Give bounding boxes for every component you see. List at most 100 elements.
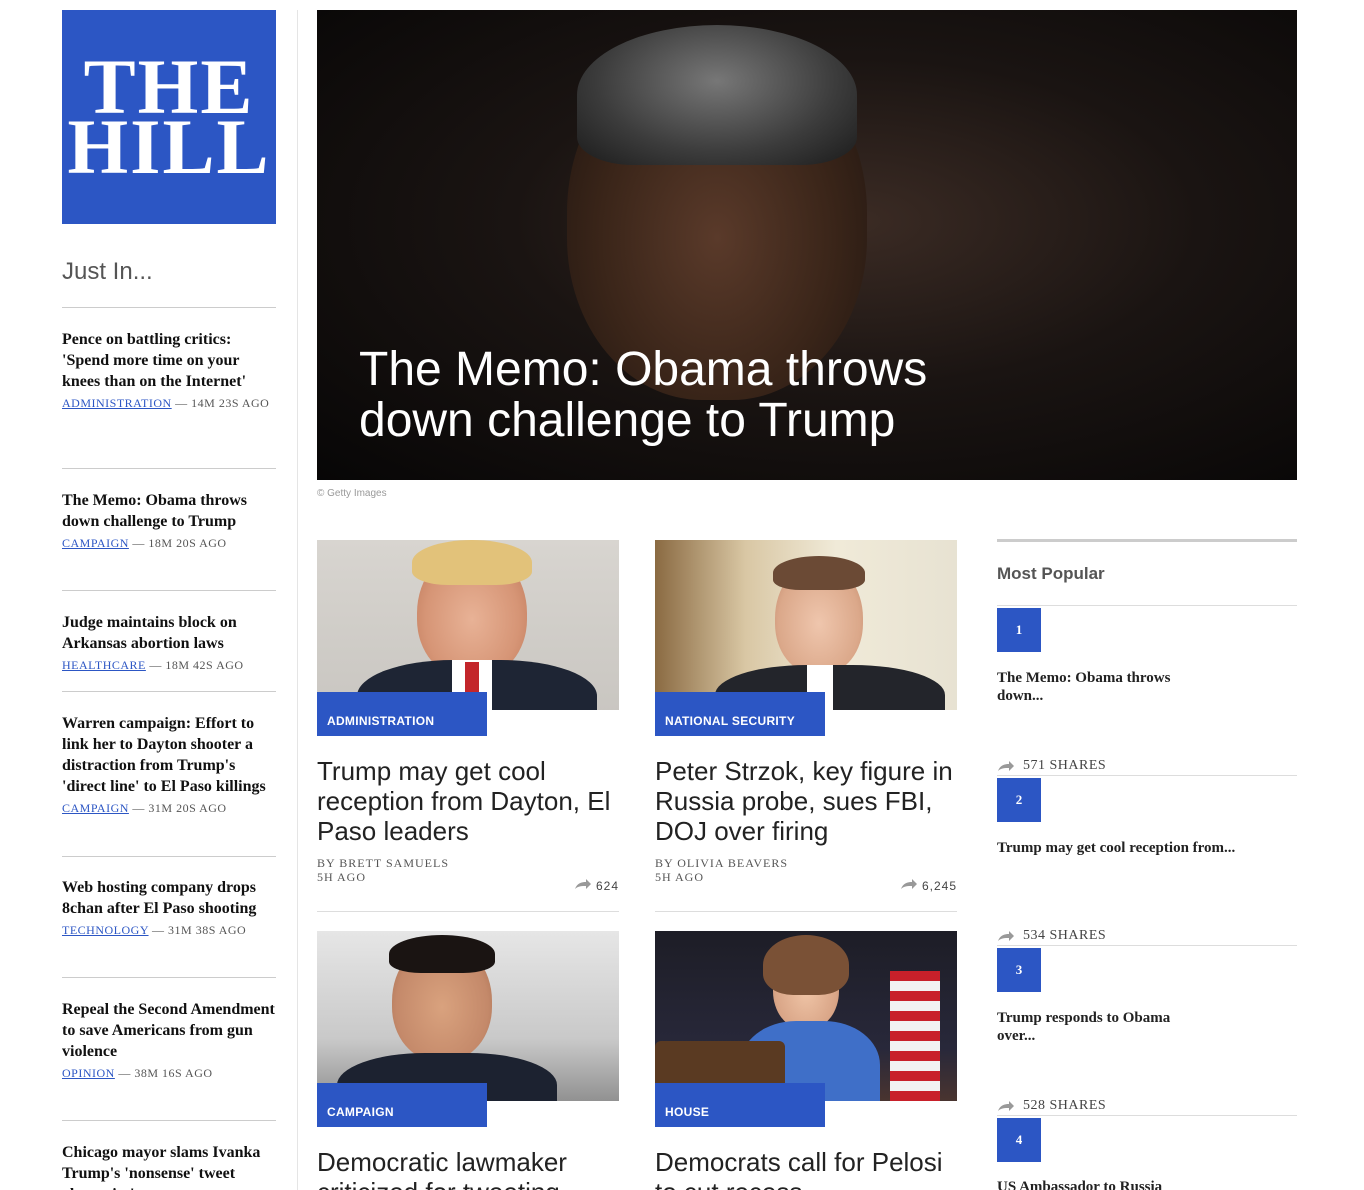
story-image[interactable]: NATIONAL SECURITY (655, 540, 957, 736)
hero-photo-hair (577, 25, 857, 165)
just-in-item-category[interactable]: HEALTHCARE (62, 658, 146, 672)
category-button[interactable]: ADMINISTRATION (317, 692, 487, 736)
most-popular-top-rule (997, 539, 1297, 542)
divider (62, 691, 276, 692)
divider (997, 775, 1297, 776)
category-button[interactable]: CAMPAIGN (317, 1083, 487, 1127)
just-in-item-title[interactable]: Web hosting company drops 8chan after El… (62, 877, 276, 919)
share-count-value: 624 (595, 879, 619, 893)
just-in-item-time: — 31M 38S AGO (148, 923, 247, 937)
most-popular-shares: 528 SHARES (997, 1098, 1106, 1114)
share-count: 624 (574, 878, 619, 893)
just-in-item[interactable]: Web hosting company drops 8chan after El… (62, 877, 276, 938)
just-in-item-category[interactable]: CAMPAIGN (62, 801, 129, 815)
story-title[interactable]: Peter Strzok, key figure in Russia probe… (655, 756, 957, 846)
just-in-item[interactable]: The Memo: Obama throws down challenge to… (62, 490, 276, 551)
just-in-item-title[interactable]: Judge maintains block on Arkansas aborti… (62, 612, 276, 654)
just-in-item[interactable]: Pence on battling critics: 'Spend more t… (62, 329, 276, 411)
story-author[interactable]: BY OLIVIA BEAVERS (655, 856, 957, 870)
divider (62, 977, 276, 978)
most-popular-title[interactable]: Trump may get cool reception from... (997, 839, 1237, 857)
person-hair (412, 540, 532, 585)
most-popular-title[interactable]: Trump responds to Obama over... (997, 1009, 1207, 1045)
just-in-item[interactable]: Warren campaign: Effort to link her to D… (62, 713, 276, 816)
just-in-item-time: — 31M 20S AGO (128, 801, 227, 815)
divider (655, 911, 957, 912)
share-icon (998, 1101, 1014, 1111)
category-button[interactable]: HOUSE (655, 1083, 825, 1127)
share-icon (900, 879, 917, 889)
just-in-item-category[interactable]: OPINION (62, 1066, 115, 1080)
category-button[interactable]: NATIONAL SECURITY (655, 692, 825, 736)
most-popular-title[interactable]: US Ambassador to Russia (997, 1178, 1207, 1190)
column-divider (297, 10, 298, 1190)
divider (62, 590, 276, 591)
just-in-item[interactable]: Chicago mayor slams Ivanka Trump's 'nons… (62, 1142, 276, 1190)
story-title[interactable]: Democratic lawmaker criticized for tweet… (317, 1147, 619, 1190)
share-icon (998, 931, 1014, 941)
divider (62, 307, 276, 308)
story-card[interactable]: ADMINISTRATION Trump may get cool recept… (317, 540, 619, 893)
just-in-item-time: — 18M 42S AGO (145, 658, 244, 672)
share-count-value: 6,245 (921, 879, 957, 893)
just-in-item[interactable]: Judge maintains block on Arkansas aborti… (62, 612, 276, 673)
person-hair (389, 935, 495, 973)
just-in-item-category[interactable]: ADMINISTRATION (62, 396, 172, 410)
just-in-item-time: — 14M 23S AGO (171, 396, 270, 410)
story-title[interactable]: Trump may get cool reception from Dayton… (317, 756, 619, 846)
just-in-item-title[interactable]: Pence on battling critics: 'Spend more t… (62, 329, 276, 392)
most-popular-shares: 534 SHARES (997, 928, 1106, 944)
share-icon (998, 761, 1014, 771)
just-in-item-time: — 38M 16S AGO (114, 1066, 213, 1080)
story-image[interactable]: HOUSE (655, 931, 957, 1127)
story-card[interactable]: CAMPAIGN Democratic lawmaker criticized … (317, 931, 619, 1190)
share-count: 6,245 (900, 878, 957, 893)
story-title[interactable]: Democrats call for Pelosi to cut recess (655, 1147, 957, 1190)
person-hair (763, 935, 849, 995)
just-in-item-title[interactable]: The Memo: Obama throws down challenge to… (62, 490, 276, 532)
rank-badge: 3 (997, 948, 1041, 992)
just-in-item-category[interactable]: TECHNOLOGY (62, 923, 149, 937)
just-in-item-meta: TECHNOLOGY — 31M 38S AGO (62, 923, 276, 938)
divider (62, 468, 276, 469)
rank-badge: 4 (997, 1118, 1041, 1162)
divider (997, 1115, 1297, 1116)
divider (62, 856, 276, 857)
divider (997, 945, 1297, 946)
divider (317, 911, 619, 912)
most-popular-title[interactable]: The Memo: Obama throws down... (997, 669, 1207, 705)
story-card[interactable]: NATIONAL SECURITY Peter Strzok, key figu… (655, 540, 957, 893)
rank-badge: 2 (997, 778, 1041, 822)
divider (997, 605, 1297, 606)
person-hair (773, 556, 865, 590)
just-in-item-title[interactable]: Repeal the Second Amendment to save Amer… (62, 999, 276, 1062)
just-in-heading: Just In... (62, 258, 153, 285)
share-icon (574, 879, 591, 889)
the-hill-logo[interactable]: THE HILL (62, 10, 276, 224)
most-popular-share-count: 528 SHARES (1023, 1098, 1107, 1113)
story-author[interactable]: BY BRETT SAMUELS (317, 856, 619, 870)
just-in-item-meta: OPINION — 38M 16S AGO (62, 1066, 276, 1081)
hero-story[interactable]: The Memo: Obama throws down challenge to… (317, 10, 1297, 480)
just-in-item-title[interactable]: Chicago mayor slams Ivanka Trump's 'nons… (62, 1142, 276, 1190)
just-in-item-time: — 18M 20S AGO (128, 536, 227, 550)
just-in-item-category[interactable]: CAMPAIGN (62, 536, 129, 550)
logo-line-2: HILL (67, 103, 271, 190)
just-in-item[interactable]: Repeal the Second Amendment to save Amer… (62, 999, 276, 1081)
just-in-item-meta: HEALTHCARE — 18M 42S AGO (62, 658, 276, 673)
rank-badge: 1 (997, 608, 1041, 652)
just-in-item-title[interactable]: Warren campaign: Effort to link her to D… (62, 713, 276, 797)
most-popular-shares: 571 SHARES (997, 758, 1106, 774)
just-in-item-meta: ADMINISTRATION — 14M 23S AGO (62, 396, 276, 411)
most-popular-share-count: 571 SHARES (1023, 758, 1107, 773)
story-image[interactable]: ADMINISTRATION (317, 540, 619, 736)
hero-title[interactable]: The Memo: Obama throws down challenge to… (359, 344, 999, 446)
just-in-item-meta: CAMPAIGN — 18M 20S AGO (62, 536, 276, 551)
photo-credit: © Getty Images (317, 488, 387, 499)
most-popular-share-count: 534 SHARES (1023, 928, 1107, 943)
story-card[interactable]: HOUSE Democrats call for Pelosi to cut r… (655, 931, 957, 1190)
most-popular-heading: Most Popular (997, 564, 1105, 583)
story-image[interactable]: CAMPAIGN (317, 931, 619, 1127)
just-in-item-meta: CAMPAIGN — 31M 20S AGO (62, 801, 276, 816)
divider (62, 1120, 276, 1121)
